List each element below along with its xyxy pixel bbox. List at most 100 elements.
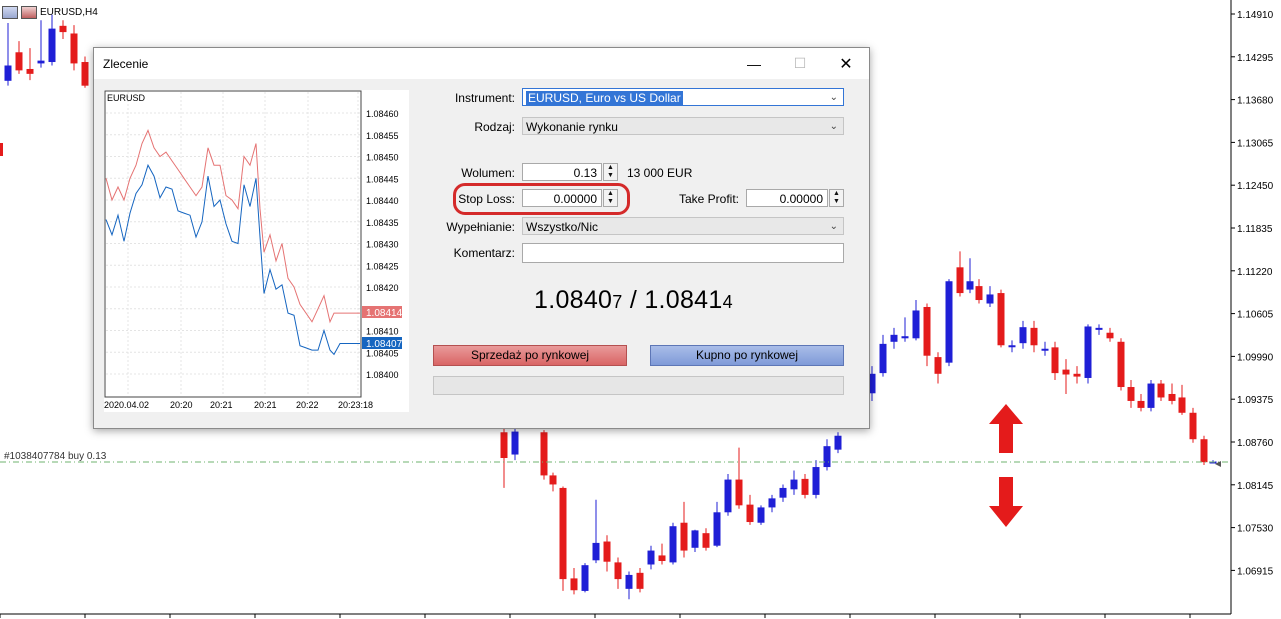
- candle-body: [1084, 326, 1092, 378]
- order-dialog[interactable]: Zlecenie — ☐ ✕ EURUSD 1.08460 1.08455 1.08…: [93, 47, 870, 429]
- minimize-button[interactable]: —: [731, 48, 777, 79]
- candle-body: [934, 357, 942, 374]
- candle-body: [1019, 327, 1027, 344]
- close-button[interactable]: ✕: [823, 48, 869, 79]
- fill-label: Wypełnianie:: [446, 220, 515, 234]
- order-line-label: #1038407784 buy 0.13: [4, 451, 107, 462]
- volume-stepper[interactable]: ▲ ▼: [603, 163, 618, 181]
- candle-body: [570, 578, 578, 591]
- candle-body: [997, 293, 1005, 346]
- price-axis-label: 1.13065: [1237, 138, 1274, 149]
- volume-note: 13 000 EUR: [627, 166, 693, 180]
- tick-chart-symbol: EURUSD: [107, 93, 146, 103]
- chart-symbol-label: EURUSD,H4: [40, 7, 98, 18]
- type-label: Rodzaj:: [474, 120, 515, 134]
- maximize-icon: ☐: [793, 55, 807, 71]
- volume-field[interactable]: 0.13: [522, 163, 602, 181]
- fill-select[interactable]: Wszystko/Nic ⌄: [522, 217, 844, 235]
- comment-field[interactable]: [522, 243, 844, 263]
- tick-chart-price-label: 1.08435: [366, 218, 399, 228]
- candle-body: [812, 467, 820, 495]
- dialog-titlebar[interactable]: Zlecenie — ☐ ✕: [94, 48, 869, 79]
- price-axis-label: 1.12450: [1237, 181, 1274, 192]
- price-axis-label: 1.07530: [1237, 524, 1274, 535]
- tick-chart-price-label: 1.08460: [366, 109, 399, 119]
- candle-body: [1189, 412, 1197, 440]
- tick-chart-price-label: 1.08440: [366, 196, 399, 206]
- candle-body: [603, 541, 611, 562]
- candle-body: [1200, 439, 1208, 463]
- tick-chart-panel: EURUSD 1.08460 1.08455 1.08450 1.08445 1.084…: [104, 90, 409, 412]
- bid-price-label: 1.08407: [366, 339, 403, 350]
- price-axis-label: 1.09990: [1237, 352, 1274, 363]
- volume-label: Wolumen:: [461, 166, 515, 180]
- tick-chart-price-label: 1.08400: [366, 370, 399, 380]
- ask-price-main: 1.0841: [644, 286, 723, 314]
- candle-body: [636, 572, 644, 589]
- tick-chart-price-label: 1.08430: [366, 240, 399, 250]
- bid-price-main: 1.0840: [534, 286, 613, 314]
- arrow-down-icon: [989, 477, 1023, 527]
- candle-body: [1117, 341, 1125, 388]
- tick-chart-price-label: 1.08425: [366, 261, 399, 271]
- bid-price-pipette: 7: [612, 292, 623, 312]
- progress-bar: [433, 376, 844, 395]
- price-axis-label: 1.08145: [1237, 481, 1274, 492]
- candle-body: [1051, 347, 1059, 374]
- candle-body: [1041, 348, 1049, 351]
- chart-window-icon[interactable]: [2, 6, 18, 19]
- buy-market-button[interactable]: Kupno po rynkowej: [650, 345, 844, 366]
- candle-body: [779, 487, 787, 498]
- candle-body: [768, 498, 776, 508]
- candle-body: [658, 555, 666, 562]
- dialog-title: Zlecenie: [103, 57, 149, 71]
- candle-body: [15, 52, 23, 71]
- candle-body: [549, 475, 557, 485]
- type-select[interactable]: Wykonanie rynku ⌄: [522, 117, 844, 135]
- candle-body: [669, 526, 677, 563]
- candle-body: [614, 562, 622, 580]
- candle-body: [801, 478, 809, 495]
- stop-loss-highlight: [453, 183, 630, 215]
- tick-chart-time-axis: 2020.04.02 20:20 20:21 20:21 20:22 20:23:18: [104, 400, 373, 410]
- candle-body: [1008, 345, 1016, 348]
- candle-body: [592, 542, 600, 561]
- candle-body: [1168, 393, 1176, 401]
- take-profit-field[interactable]: 0.00000: [746, 189, 828, 207]
- tick-chart-time-label: 20:20: [170, 400, 193, 410]
- chart-type-icon[interactable]: [21, 6, 37, 19]
- candle-body: [966, 281, 974, 290]
- ask-price-label: 1.08414: [366, 308, 403, 319]
- candle-body: [912, 310, 920, 339]
- candle-body: [37, 60, 45, 64]
- price-separator: /: [622, 286, 645, 314]
- price-axis-label: 1.14295: [1237, 53, 1274, 64]
- chevron-down-icon: ⌄: [829, 221, 838, 232]
- candle-body: [834, 435, 842, 450]
- candle-body: [879, 343, 887, 374]
- tick-chart-time-label: 20:22: [296, 400, 319, 410]
- tick-chart: EURUSD 1.08460 1.08455 1.08450 1.08445 1.084…: [104, 90, 403, 410]
- tick-chart-time-label: 20:23:18: [338, 400, 373, 410]
- candle-body: [901, 336, 909, 339]
- price-axis-label: 1.08760: [1237, 438, 1274, 449]
- tick-chart-price-label: 1.08410: [366, 327, 399, 337]
- candle-body: [70, 33, 78, 64]
- maximize-button[interactable]: ☐: [777, 48, 823, 79]
- candle-body: [1127, 387, 1135, 401]
- price-axis-label: 1.11835: [1237, 224, 1273, 235]
- take-profit-label: Take Profit:: [678, 192, 739, 206]
- candle-body: [1137, 400, 1145, 408]
- instrument-select[interactable]: EURUSD, Euro vs US Dollar ⌄: [522, 88, 844, 106]
- candle-body: [511, 431, 519, 455]
- tick-chart-time-label: 2020.04.02: [104, 400, 149, 410]
- take-profit-stepper[interactable]: ▲ ▼: [829, 189, 844, 207]
- candle-body: [647, 550, 655, 565]
- candle-body: [1157, 383, 1165, 398]
- arrow-up-icon: [989, 404, 1023, 453]
- chevron-down-icon: ⌄: [829, 121, 838, 132]
- candle-body: [757, 507, 765, 523]
- tick-chart-price-label: 1.08445: [366, 174, 399, 184]
- sell-market-button[interactable]: Sprzedaż po rynkowej: [433, 345, 627, 366]
- candle-body: [724, 479, 732, 513]
